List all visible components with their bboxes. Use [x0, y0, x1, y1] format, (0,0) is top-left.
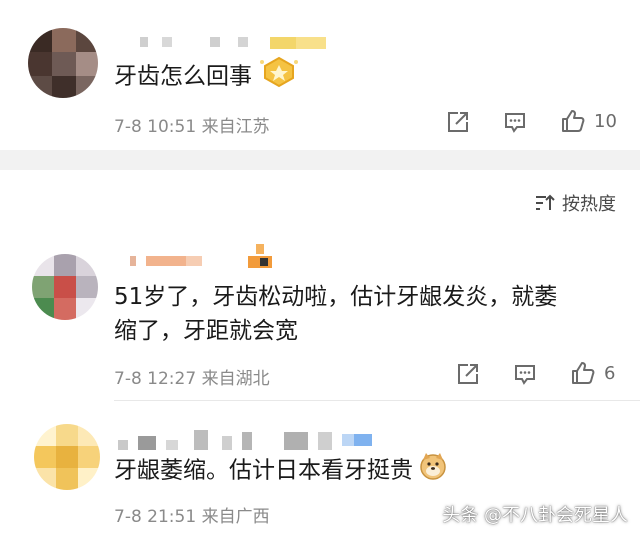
comment-text: 牙齿怎么回事	[114, 56, 300, 98]
like-count: 6	[604, 362, 616, 384]
like-button[interactable]: 6	[570, 360, 615, 386]
thumbs-up-icon	[572, 362, 595, 384]
comment-icon	[505, 113, 525, 133]
like-button[interactable]: 10	[560, 108, 617, 134]
comment-icon	[515, 365, 535, 385]
comment-button[interactable]	[513, 362, 537, 386]
comment-1: 牙齿怎么回事 7-8 10:51 来自江苏 10	[0, 0, 640, 150]
comment-meta: 7-8 10:51 来自江苏	[114, 112, 270, 137]
comment-text: 51岁了，牙齿松动啦，估计牙龈发炎，就萎 缩了，牙距就会宽	[114, 280, 557, 348]
comment-text: 牙龈萎缩。估计日本看牙挺贵	[114, 452, 447, 490]
location: 来自广西	[201, 507, 270, 527]
comment-text-line-1: 51岁了，牙齿松动啦，估计牙龈发炎，就萎	[114, 284, 558, 310]
share-icon	[448, 112, 468, 132]
location: 来自湖北	[201, 369, 270, 389]
timestamp: 7-8 12:27	[114, 369, 197, 389]
thumbs-up-icon	[562, 110, 585, 132]
share-button[interactable]	[446, 110, 470, 134]
timestamp: 7-8 21:51	[114, 507, 197, 527]
comment-2: 51岁了，牙齿松动啦，估计牙龈发炎，就萎 缩了，牙距就会宽 7-8 12:27 …	[0, 232, 640, 402]
username-masked[interactable]	[140, 34, 340, 53]
gold-badge-icon	[258, 56, 300, 98]
divider	[114, 400, 640, 401]
sort-icon	[536, 194, 555, 210]
share-button[interactable]	[456, 362, 480, 386]
watermark: 头条 @不八卦会死星人	[442, 505, 628, 526]
share-icon	[458, 364, 478, 384]
comment-meta: 7-8 12:27 来自湖北	[114, 364, 270, 389]
username-masked[interactable]	[130, 242, 300, 272]
sort-label: 按热度	[562, 194, 616, 215]
comment-meta: 7-8 21:51 来自广西	[114, 502, 270, 527]
comment-text-line-2: 缩了，牙距就会宽	[114, 318, 298, 344]
timestamp: 7-8 10:51	[114, 117, 197, 137]
doge-emoji-icon	[419, 452, 447, 490]
avatar[interactable]	[28, 28, 98, 98]
avatar[interactable]	[34, 424, 100, 490]
sort-by-hot-button[interactable]: 按热度	[534, 190, 616, 216]
comment-button[interactable]	[503, 110, 527, 134]
like-count: 10	[594, 110, 617, 132]
location: 来自江苏	[201, 117, 270, 137]
section-gap	[0, 150, 640, 170]
avatar[interactable]	[32, 254, 98, 320]
